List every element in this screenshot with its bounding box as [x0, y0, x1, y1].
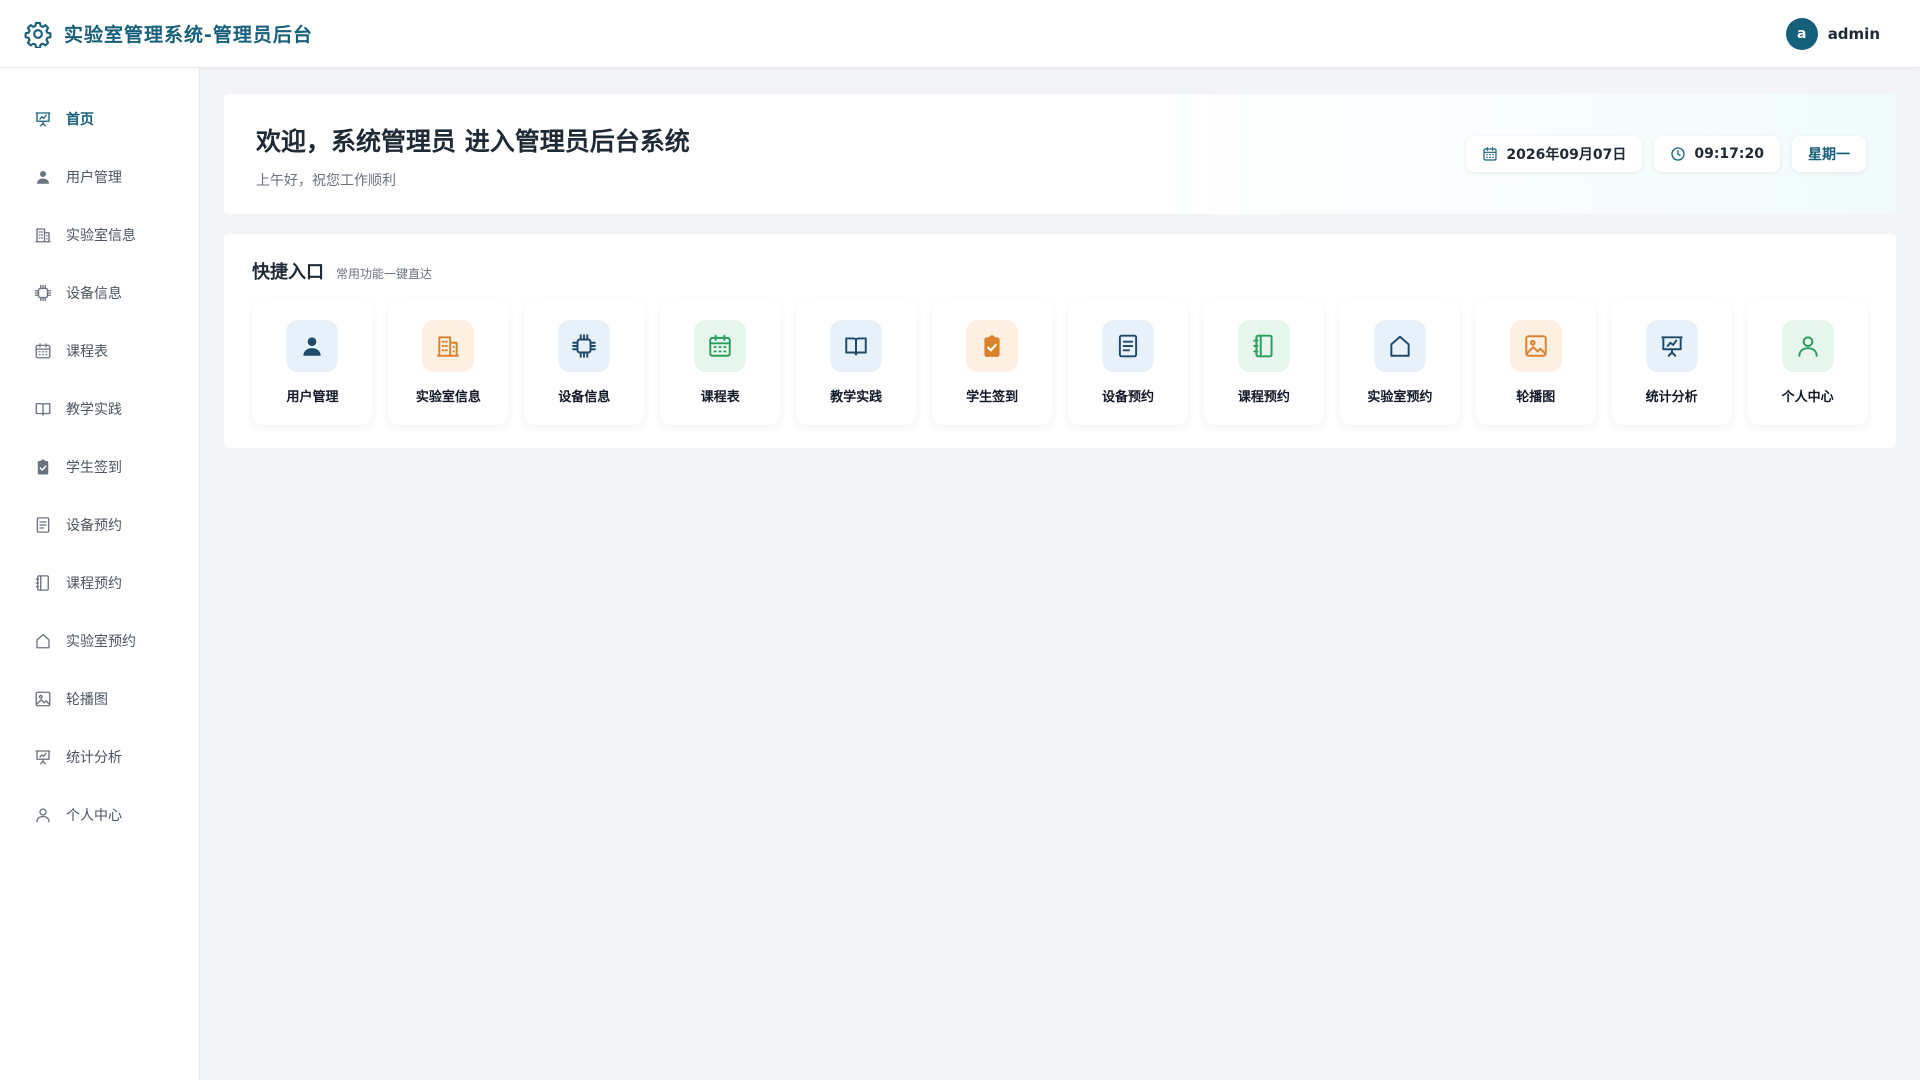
quick-tile-teaching-practice[interactable]: 教学实践 — [795, 300, 917, 425]
quick-access-panel: 快捷入口 常用功能一键直达 用户管理 实验室信息 设备信息 课程表 教学实践 学… — [224, 234, 1896, 448]
notebook-icon — [34, 574, 52, 592]
presentation-chart-icon — [1659, 333, 1685, 359]
date-chip: 2026年09月07日 — [1466, 136, 1643, 172]
brand: 实验室管理系统-管理员后台 — [24, 20, 313, 48]
quick-tile-lab-booking[interactable]: 实验室预约 — [1339, 300, 1461, 425]
quick-tile-user-management[interactable]: 用户管理 — [252, 300, 373, 425]
sidebar-item-label: 统计分析 — [66, 750, 122, 766]
document-icon — [1115, 333, 1141, 359]
clipboard-check-icon — [34, 458, 52, 476]
quick-tile-equipment-booking[interactable]: 设备预约 — [1067, 300, 1189, 425]
sidebar-item-label: 实验室信息 — [66, 228, 136, 244]
quick-tile-label: 实验室预约 — [1367, 390, 1433, 405]
sidebar: 首页 用户管理 实验室信息 设备信息 课程表 教学实践 学生签到 设备预约 课程… — [0, 68, 200, 1080]
sidebar-item-course-booking[interactable]: 课程预约 — [0, 554, 199, 612]
avatar[interactable]: a — [1785, 17, 1818, 50]
sidebar-item-student-checkin[interactable]: 学生签到 — [0, 438, 199, 496]
building-icon — [435, 333, 461, 359]
sidebar-item-statistics[interactable]: 统计分析 — [0, 728, 199, 786]
chip-icon — [571, 333, 597, 359]
sidebar-item-label: 用户管理 — [66, 170, 122, 186]
sidebar-item-label: 首页 — [66, 112, 94, 128]
username[interactable]: admin — [1828, 25, 1880, 43]
quick-tile-label: 实验室信息 — [415, 390, 481, 405]
quick-tile-schedule[interactable]: 课程表 — [659, 300, 781, 425]
sidebar-item-label: 课程表 — [66, 344, 108, 360]
top-header: 实验室管理系统-管理员后台 a admin — [0, 0, 1920, 68]
sidebar-item-label: 设备预约 — [66, 518, 122, 534]
quick-tile-label: 设备预约 — [1101, 390, 1154, 405]
book-open-icon — [34, 400, 52, 418]
time-text: 09:17:20 — [1694, 146, 1764, 162]
sidebar-item-home[interactable]: 首页 — [0, 90, 199, 148]
welcome-banner: 欢迎，系统管理员 进入管理员后台系统 上午好，祝您工作顺利 2026年09月07… — [224, 94, 1896, 214]
user-menu[interactable]: a admin — [1785, 17, 1880, 50]
sidebar-item-lab-info[interactable]: 实验室信息 — [0, 206, 199, 264]
clipboard-check-icon — [979, 333, 1005, 359]
sidebar-item-carousel[interactable]: 轮播图 — [0, 670, 199, 728]
home-icon — [1387, 333, 1413, 359]
quick-tile-label: 个人中心 — [1781, 390, 1834, 405]
user-icon — [34, 168, 52, 186]
clock-icon — [1670, 146, 1686, 162]
app-title: 实验室管理系统-管理员后台 — [64, 24, 313, 46]
quick-tile-label: 统计分析 — [1645, 390, 1698, 405]
calendar-icon — [34, 342, 52, 360]
calendar-icon — [707, 333, 733, 359]
weekday-text: 星期一 — [1808, 147, 1850, 163]
sidebar-item-label: 实验室预约 — [66, 634, 136, 650]
quick-tile-label: 轮播图 — [1516, 390, 1556, 405]
quick-access-title: 快捷入口 — [252, 262, 324, 283]
calendar-icon — [1482, 146, 1498, 162]
datetime-chips: 2026年09月07日 09:17:20 星期一 — [1466, 136, 1866, 172]
quick-tile-student-checkin[interactable]: 学生签到 — [931, 300, 1053, 425]
sidebar-item-schedule[interactable]: 课程表 — [0, 322, 199, 380]
user-outline-icon — [1795, 333, 1821, 359]
presentation-chart-icon — [34, 748, 52, 766]
quick-tile-lab-info[interactable]: 实验室信息 — [387, 300, 509, 425]
quick-tile-profile[interactable]: 个人中心 — [1747, 300, 1869, 425]
quick-tile-carousel[interactable]: 轮播图 — [1475, 300, 1597, 425]
sidebar-item-label: 个人中心 — [66, 808, 122, 824]
quick-tile-equipment-info[interactable]: 设备信息 — [523, 300, 645, 425]
sidebar-item-teaching-practice[interactable]: 教学实践 — [0, 380, 199, 438]
book-open-icon — [843, 333, 869, 359]
quick-tile-statistics[interactable]: 统计分析 — [1611, 300, 1733, 425]
weekday-chip: 星期一 — [1792, 136, 1866, 172]
quick-tile-label: 课程表 — [700, 390, 740, 405]
image-icon — [34, 690, 52, 708]
quick-tile-course-booking[interactable]: 课程预约 — [1203, 300, 1325, 425]
time-chip: 09:17:20 — [1654, 136, 1780, 172]
sidebar-item-user-management[interactable]: 用户管理 — [0, 148, 199, 206]
home-icon — [34, 632, 52, 650]
presentation-chart-icon — [34, 110, 52, 128]
quick-access-subtitle: 常用功能一键直达 — [336, 267, 433, 281]
quick-tile-label: 课程预约 — [1237, 390, 1290, 405]
quick-tile-label: 用户管理 — [286, 390, 339, 405]
sidebar-item-label: 课程预约 — [66, 576, 122, 592]
image-icon — [1523, 333, 1549, 359]
date-text: 2026年09月07日 — [1506, 147, 1627, 163]
sidebar-item-label: 教学实践 — [66, 402, 122, 418]
document-icon — [34, 516, 52, 534]
sidebar-item-label: 设备信息 — [66, 286, 122, 302]
quick-tile-label: 教学实践 — [830, 390, 883, 405]
welcome-subtitle: 上午好，祝您工作顺利 — [256, 173, 396, 189]
sidebar-item-label: 学生签到 — [66, 460, 122, 476]
quick-access-header: 快捷入口 常用功能一键直达 — [252, 258, 1868, 284]
sidebar-item-label: 轮播图 — [66, 692, 108, 708]
gear-icon — [24, 20, 52, 48]
user-icon — [299, 333, 325, 359]
quick-tile-label: 学生签到 — [966, 390, 1019, 405]
quick-tile-label: 设备信息 — [558, 390, 611, 405]
sidebar-item-equipment-booking[interactable]: 设备预约 — [0, 496, 199, 554]
notebook-icon — [1251, 333, 1277, 359]
user-outline-icon — [34, 806, 52, 824]
building-icon — [34, 226, 52, 244]
sidebar-item-lab-booking[interactable]: 实验室预约 — [0, 612, 199, 670]
sidebar-item-equipment-info[interactable]: 设备信息 — [0, 264, 199, 322]
sidebar-item-profile[interactable]: 个人中心 — [0, 786, 199, 844]
chip-icon — [34, 284, 52, 302]
quick-access-tiles: 用户管理 实验室信息 设备信息 课程表 教学实践 学生签到 设备预约 课程预约 — [252, 300, 1869, 425]
